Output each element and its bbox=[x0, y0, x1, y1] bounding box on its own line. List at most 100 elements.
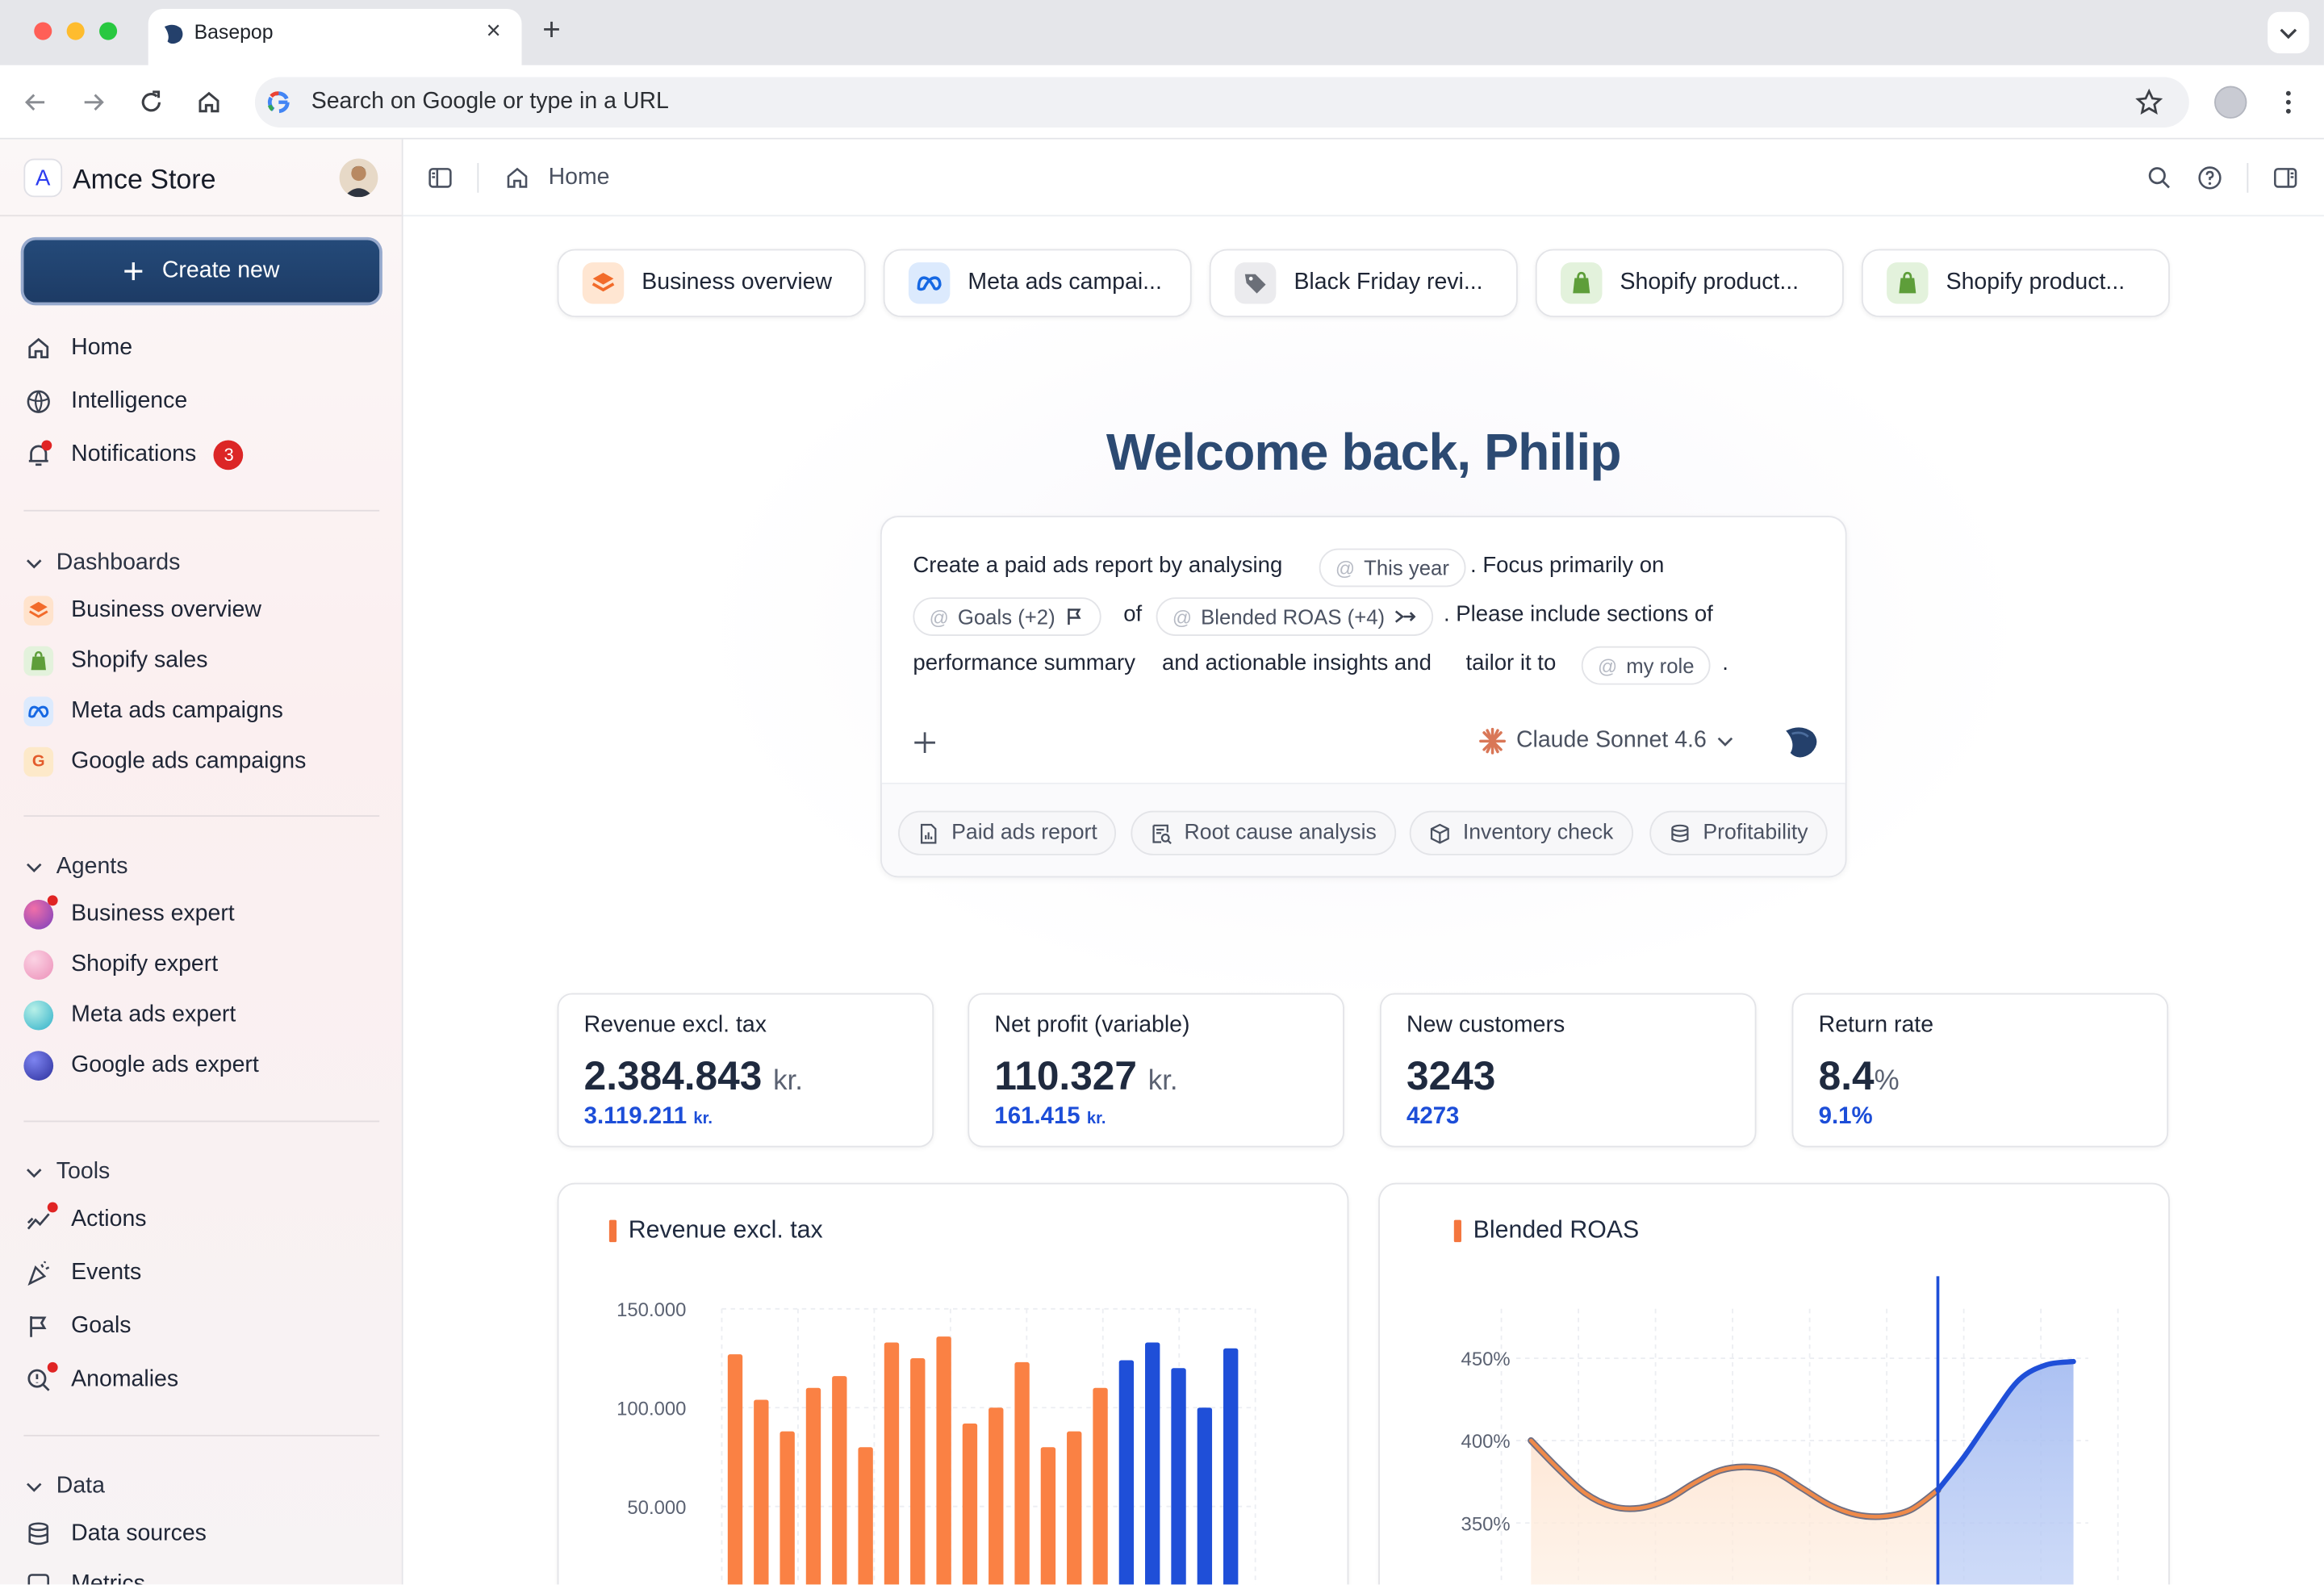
agents-section-toggle[interactable]: Agents bbox=[23, 854, 127, 880]
tools-section-toggle[interactable]: Tools bbox=[23, 1159, 110, 1186]
address-bar[interactable]: Search on Google or type in a URL bbox=[254, 77, 2189, 128]
date-range-pill[interactable]: @ This year bbox=[1319, 548, 1466, 588]
y-tick-label: 400% bbox=[1461, 1431, 1511, 1453]
sidebar-item-intelligence[interactable]: Intelligence bbox=[23, 387, 187, 416]
business-overview-icon bbox=[582, 262, 625, 304]
sidebar-item-goals[interactable]: Goals bbox=[23, 1311, 132, 1341]
chart-title-marker bbox=[608, 1219, 617, 1243]
y-tick-label: 450% bbox=[1461, 1349, 1511, 1370]
goals-pill[interactable]: @ Goals (+2) bbox=[913, 597, 1101, 636]
sidebar-item-google-ads[interactable]: G Google ads campaigns bbox=[23, 746, 306, 777]
tab-close-icon[interactable]: × bbox=[486, 16, 500, 46]
model-selector[interactable]: Claude Sonnet 4.6 bbox=[1478, 726, 1736, 756]
home-button[interactable] bbox=[194, 87, 224, 117]
breadcrumb-home-icon bbox=[504, 165, 530, 191]
back-button[interactable] bbox=[21, 87, 51, 117]
sidebar-item-meta-ads-expert[interactable]: Meta ads expert bbox=[23, 1000, 236, 1031]
quick-chip-meta-ads[interactable]: Meta ads campai... bbox=[883, 249, 1192, 318]
sidebar-item-label: Goals bbox=[71, 1313, 132, 1339]
browser-menu-button[interactable] bbox=[2273, 87, 2303, 117]
suggestion-label: Inventory check bbox=[1462, 821, 1614, 845]
metrics-pill[interactable]: @ Blended ROAS (+4) bbox=[1156, 597, 1434, 636]
sidebar-item-actions[interactable]: Actions bbox=[23, 1202, 147, 1235]
sidebar-item-shopify-sales[interactable]: Shopify sales bbox=[23, 646, 208, 676]
at-sign: @ bbox=[1335, 556, 1356, 579]
chip-label: Business overview bbox=[642, 270, 833, 295]
store-name[interactable]: Amce Store bbox=[73, 163, 216, 195]
data-section-toggle[interactable]: Data bbox=[23, 1474, 105, 1500]
quick-chip-shopify-product-1[interactable]: Shopify product... bbox=[1535, 249, 1844, 318]
sidebar-item-meta-ads[interactable]: Meta ads campaigns bbox=[23, 696, 283, 726]
new-tab-button[interactable]: + bbox=[542, 14, 561, 49]
sidebar-item-events[interactable]: Events bbox=[23, 1258, 141, 1288]
kpi-card-revenue[interactable]: Revenue excl. tax 2.384.843 kr. 3.119.21… bbox=[557, 993, 934, 1148]
reload-button[interactable] bbox=[136, 87, 166, 117]
forward-button[interactable] bbox=[78, 87, 108, 117]
prompt-text: of bbox=[1123, 601, 1143, 627]
suggestion-root-cause-analysis[interactable]: Root cause analysis bbox=[1131, 810, 1396, 855]
roas-chart-card[interactable]: Blended ROAS 450% 400% 350% bbox=[1378, 1182, 2170, 1585]
metrics-icon bbox=[23, 1570, 53, 1585]
profile-avatar[interactable] bbox=[2214, 86, 2247, 119]
sidebar-item-business-expert[interactable]: Business expert bbox=[23, 895, 235, 930]
kpi-card-net-profit[interactable]: Net profit (variable) 110.327 kr. 161.41… bbox=[968, 993, 1344, 1148]
kpi-compare: 161.415 kr. bbox=[994, 1104, 1106, 1131]
suggestion-paid-ads-report[interactable]: Paid ads report bbox=[898, 810, 1117, 855]
suggestion-label: Profitability bbox=[1703, 821, 1808, 845]
chart-title-text: Blended ROAS bbox=[1473, 1216, 1640, 1244]
prompt-input[interactable]: Create a paid ads report by analysing @ T… bbox=[881, 517, 1845, 784]
toggle-sidebar-button[interactable] bbox=[427, 165, 454, 191]
sidebar-item-data-sources[interactable]: Data sources bbox=[23, 1520, 207, 1549]
bar bbox=[805, 1387, 821, 1585]
quick-chip-black-friday[interactable]: Black Friday revi... bbox=[1209, 249, 1518, 318]
sidebar-divider bbox=[23, 1434, 380, 1437]
close-window-button[interactable] bbox=[34, 22, 52, 40]
section-title: Tools bbox=[56, 1159, 111, 1185]
sidebar-divider bbox=[23, 1120, 380, 1123]
sidebar-item-shopify-expert[interactable]: Shopify expert bbox=[23, 950, 218, 981]
at-sign: @ bbox=[1172, 605, 1193, 628]
sidebar-item-google-ads-expert[interactable]: Google ads expert bbox=[23, 1051, 259, 1081]
sidebar-divider bbox=[23, 509, 380, 512]
kpi-label: Return rate bbox=[1818, 1012, 1934, 1038]
store-logo: A bbox=[23, 158, 63, 198]
suggestion-profitability[interactable]: Profitability bbox=[1649, 810, 1828, 855]
chart-title: Blended ROAS bbox=[1453, 1216, 1640, 1245]
sidebar-item-metrics[interactable]: Metrics bbox=[23, 1570, 145, 1585]
user-avatar[interactable] bbox=[339, 158, 378, 198]
role-pill[interactable]: @ my role bbox=[1581, 646, 1711, 685]
minimize-window-button[interactable] bbox=[66, 22, 85, 40]
kpi-card-return-rate[interactable]: Return rate 8.4% 9.1% bbox=[1791, 993, 2169, 1148]
send-button[interactable] bbox=[1783, 725, 1822, 760]
sidebar-item-label: Notifications bbox=[71, 441, 197, 467]
sidebar-item-home[interactable]: Home bbox=[23, 333, 132, 363]
sidebar-item-notifications[interactable]: Notifications 3 bbox=[23, 440, 245, 470]
breadcrumb[interactable]: Home bbox=[549, 165, 610, 191]
search-button[interactable] bbox=[2146, 165, 2173, 191]
bar bbox=[1040, 1447, 1056, 1585]
bookmark-star-icon[interactable] bbox=[2134, 87, 2164, 117]
more-vertical-icon bbox=[2285, 90, 2291, 114]
attach-button[interactable] bbox=[912, 730, 938, 756]
toggle-right-panel-button[interactable] bbox=[2272, 165, 2299, 191]
bar bbox=[832, 1376, 847, 1585]
browser-tab[interactable]: Basepop × bbox=[148, 9, 522, 65]
create-new-button[interactable]: Create new bbox=[23, 240, 380, 303]
sidebar-item-anomalies[interactable]: Anomalies bbox=[23, 1361, 178, 1395]
sidebar-item-business-overview[interactable]: Business overview bbox=[23, 596, 261, 626]
revenue-chart-card[interactable]: Revenue excl. tax 150.000 100.000 50.000 bbox=[557, 1182, 1349, 1585]
quick-chip-business-overview[interactable]: Business overview bbox=[557, 249, 866, 318]
dashboards-section-toggle[interactable]: Dashboards bbox=[23, 550, 180, 576]
search-document-icon bbox=[1152, 823, 1172, 844]
at-sign: @ bbox=[929, 605, 949, 628]
maximize-window-button[interactable] bbox=[99, 22, 118, 40]
kpi-compare: 9.1% bbox=[1819, 1104, 1873, 1131]
quick-chip-shopify-product-2[interactable]: Shopify product... bbox=[1861, 249, 2170, 318]
tag-icon bbox=[1234, 262, 1277, 304]
kpi-card-new-customers[interactable]: New customers 3243 4273 bbox=[1379, 993, 1757, 1148]
coins-icon bbox=[1671, 823, 1689, 842]
suggestion-inventory-check[interactable]: Inventory check bbox=[1409, 810, 1633, 855]
help-button[interactable] bbox=[2197, 165, 2223, 191]
tab-search-button[interactable] bbox=[2268, 11, 2309, 54]
bar bbox=[858, 1447, 873, 1585]
